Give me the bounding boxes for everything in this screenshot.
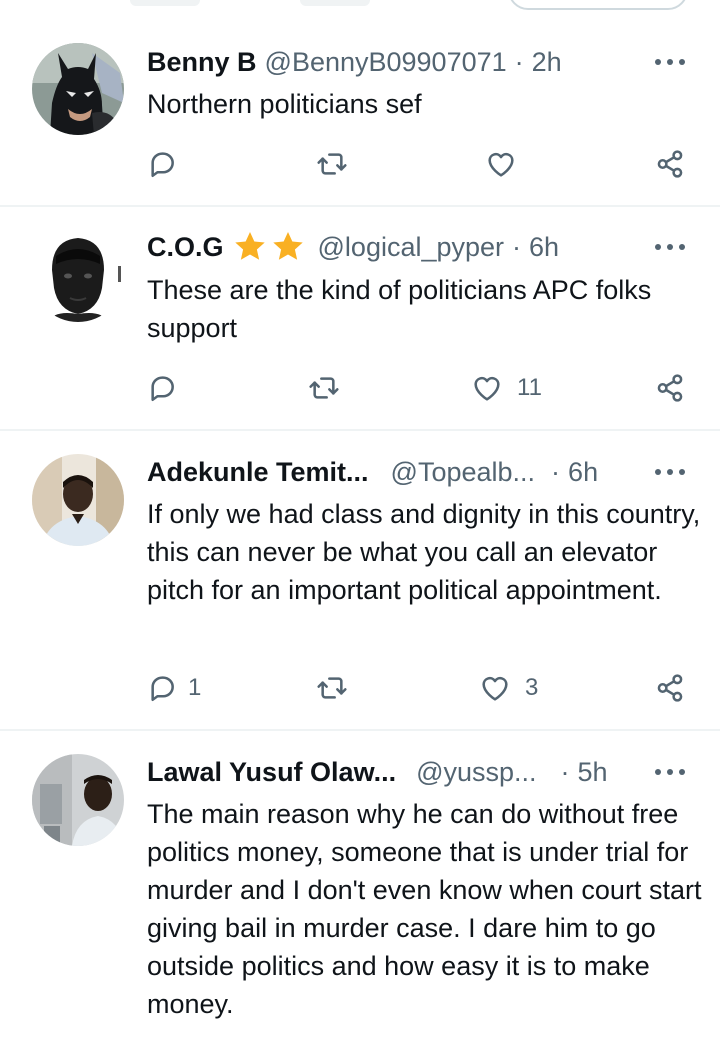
more-options-button[interactable] bbox=[652, 45, 688, 79]
reply-header: Benny B @BennyB09907071 · 2h bbox=[147, 45, 562, 79]
reply-divider bbox=[0, 429, 720, 431]
verification-stars bbox=[232, 229, 308, 265]
more-icon bbox=[655, 469, 685, 475]
author-name[interactable]: Benny B bbox=[147, 47, 257, 78]
like-button[interactable]: 3 bbox=[479, 668, 538, 708]
reply-header: Lawal Yusuf Olaw... @yussp... · 5h bbox=[147, 755, 608, 789]
reply-text: The main reason why he can do without fr… bbox=[147, 799, 702, 1019]
more-icon bbox=[655, 59, 685, 65]
author-handle[interactable]: @logical_pyper bbox=[318, 232, 505, 263]
share-icon bbox=[657, 374, 683, 402]
like-count: 11 bbox=[517, 374, 542, 401]
reply-button[interactable] bbox=[146, 368, 178, 408]
reply-text: Northern politicians sef bbox=[147, 89, 422, 119]
repost-button[interactable] bbox=[316, 144, 348, 184]
share-button[interactable] bbox=[654, 368, 686, 408]
photo-avatar-icon bbox=[32, 454, 124, 546]
author-handle[interactable]: @yussp... bbox=[416, 757, 536, 788]
author-handle[interactable]: @BennyB09907071 bbox=[265, 47, 507, 78]
like-button[interactable]: 11 bbox=[471, 368, 542, 408]
reply-icon bbox=[151, 152, 174, 178]
heart-icon bbox=[474, 376, 500, 401]
reply-divider bbox=[0, 729, 720, 731]
top-strip bbox=[0, 0, 720, 20]
follow-button-remnant[interactable] bbox=[508, 0, 688, 10]
heart-icon bbox=[482, 676, 508, 701]
reply-header: C.O.G @logical_pyper · 6h bbox=[147, 230, 559, 264]
repost-button[interactable] bbox=[316, 668, 348, 708]
reply-divider bbox=[0, 205, 720, 207]
more-options-button[interactable] bbox=[652, 230, 688, 264]
avatar[interactable] bbox=[32, 230, 124, 322]
timestamp[interactable]: 6h bbox=[568, 457, 598, 488]
share-button[interactable] bbox=[654, 144, 686, 184]
share-button[interactable] bbox=[654, 668, 686, 708]
reply-count: 1 bbox=[188, 674, 202, 701]
repost-icon bbox=[317, 153, 347, 175]
scroll-remnant bbox=[300, 0, 370, 6]
timestamp[interactable]: 5h bbox=[578, 757, 608, 788]
author-handle[interactable]: @Topealb... bbox=[391, 457, 536, 488]
repost-icon bbox=[309, 377, 339, 399]
separator-dot: · bbox=[560, 756, 570, 787]
scroll-remnant bbox=[130, 0, 200, 6]
heart-icon bbox=[488, 152, 514, 177]
timestamp[interactable]: 6h bbox=[529, 232, 559, 263]
timestamp[interactable]: 2h bbox=[532, 47, 562, 78]
author-name[interactable]: C.O.G bbox=[147, 232, 224, 263]
reply-button[interactable]: 1 bbox=[146, 668, 201, 708]
separator-dot: · bbox=[512, 231, 522, 262]
separator-dot: · bbox=[551, 456, 561, 487]
author-name[interactable]: Lawal Yusuf Olaw... bbox=[147, 757, 396, 788]
repost-button[interactable] bbox=[308, 368, 340, 408]
reply-text: If only we had class and dignity in this… bbox=[147, 499, 701, 605]
like-button[interactable] bbox=[485, 144, 517, 184]
reply-icon bbox=[151, 376, 174, 401]
share-icon bbox=[657, 674, 683, 702]
more-options-button[interactable] bbox=[652, 455, 688, 489]
action-bar: 11 bbox=[0, 368, 720, 408]
batman-avatar-icon bbox=[32, 43, 124, 135]
avatar[interactable] bbox=[32, 43, 124, 135]
star-icon bbox=[234, 232, 265, 260]
action-bar: 1 3 bbox=[0, 668, 720, 708]
share-icon bbox=[657, 150, 683, 178]
author-name[interactable]: Adekunle Temit... bbox=[147, 457, 369, 488]
reply-icon bbox=[151, 676, 174, 701]
star-icon bbox=[272, 232, 303, 260]
separator-dot: · bbox=[514, 46, 524, 77]
photo-avatar-icon bbox=[32, 754, 124, 846]
like-count: 3 bbox=[525, 674, 539, 701]
avatar[interactable] bbox=[32, 754, 124, 846]
more-icon bbox=[655, 769, 685, 775]
reply-text: These are the kind of politicians APC fo… bbox=[147, 275, 652, 343]
repost-icon bbox=[317, 677, 347, 699]
action-bar bbox=[0, 144, 720, 184]
avatar[interactable] bbox=[32, 454, 124, 546]
reply-header: Adekunle Temit... @Topealb... · 6h bbox=[147, 455, 598, 489]
more-icon bbox=[655, 244, 685, 250]
more-options-button[interactable] bbox=[652, 755, 688, 789]
portrait-avatar-icon bbox=[32, 230, 124, 322]
reply-button[interactable] bbox=[146, 144, 178, 184]
